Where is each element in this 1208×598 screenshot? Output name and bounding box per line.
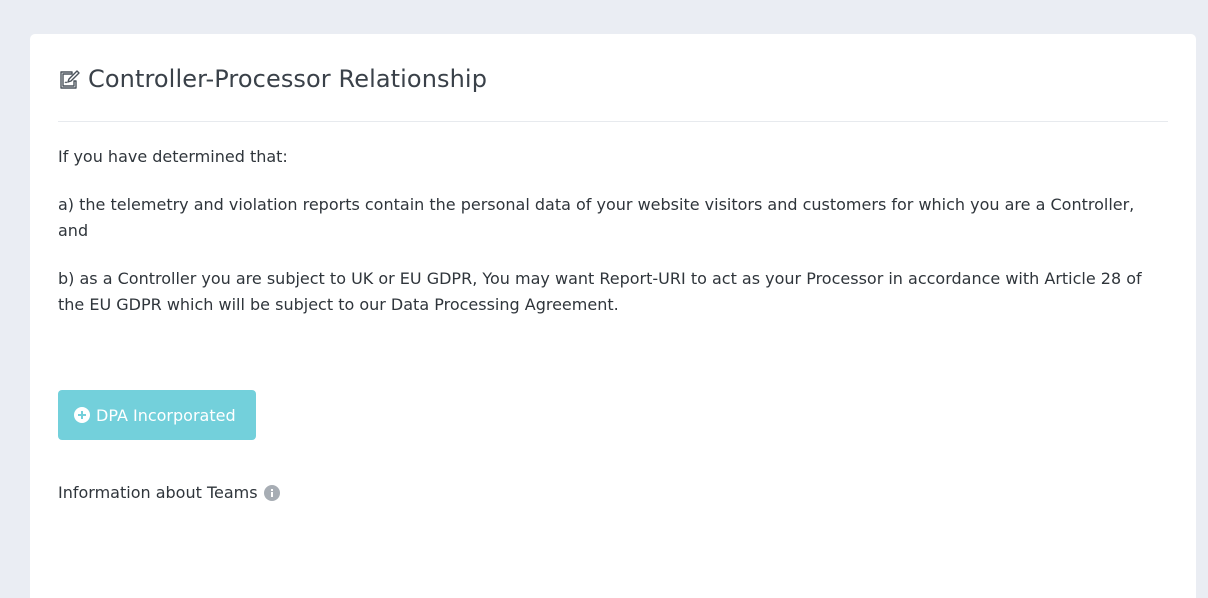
plus-circle-icon [74, 407, 90, 423]
condition-b-paragraph: b) as a Controller you are subject to UK… [58, 269, 1142, 314]
card-title: Controller-Processor Relationship [88, 64, 488, 93]
teams-info-label: Information about Teams [58, 483, 258, 502]
condition-a-paragraph: a) the telemetry and violation reports c… [58, 195, 1135, 240]
teams-info: Information about Teams [58, 480, 1168, 506]
card-body: If you have determined that: a) the tele… [58, 122, 1168, 506]
card-header: Controller-Processor Relationship [58, 34, 1168, 122]
edit-document-icon [58, 67, 82, 91]
dpa-incorporated-button[interactable]: DPA Incorporated [58, 390, 256, 440]
info-circle-icon[interactable] [263, 485, 280, 501]
controller-processor-card: Controller-Processor Relationship If you… [30, 34, 1196, 598]
intro-paragraph: If you have determined that: [58, 147, 288, 166]
dpa-button-label: DPA Incorporated [96, 405, 236, 425]
